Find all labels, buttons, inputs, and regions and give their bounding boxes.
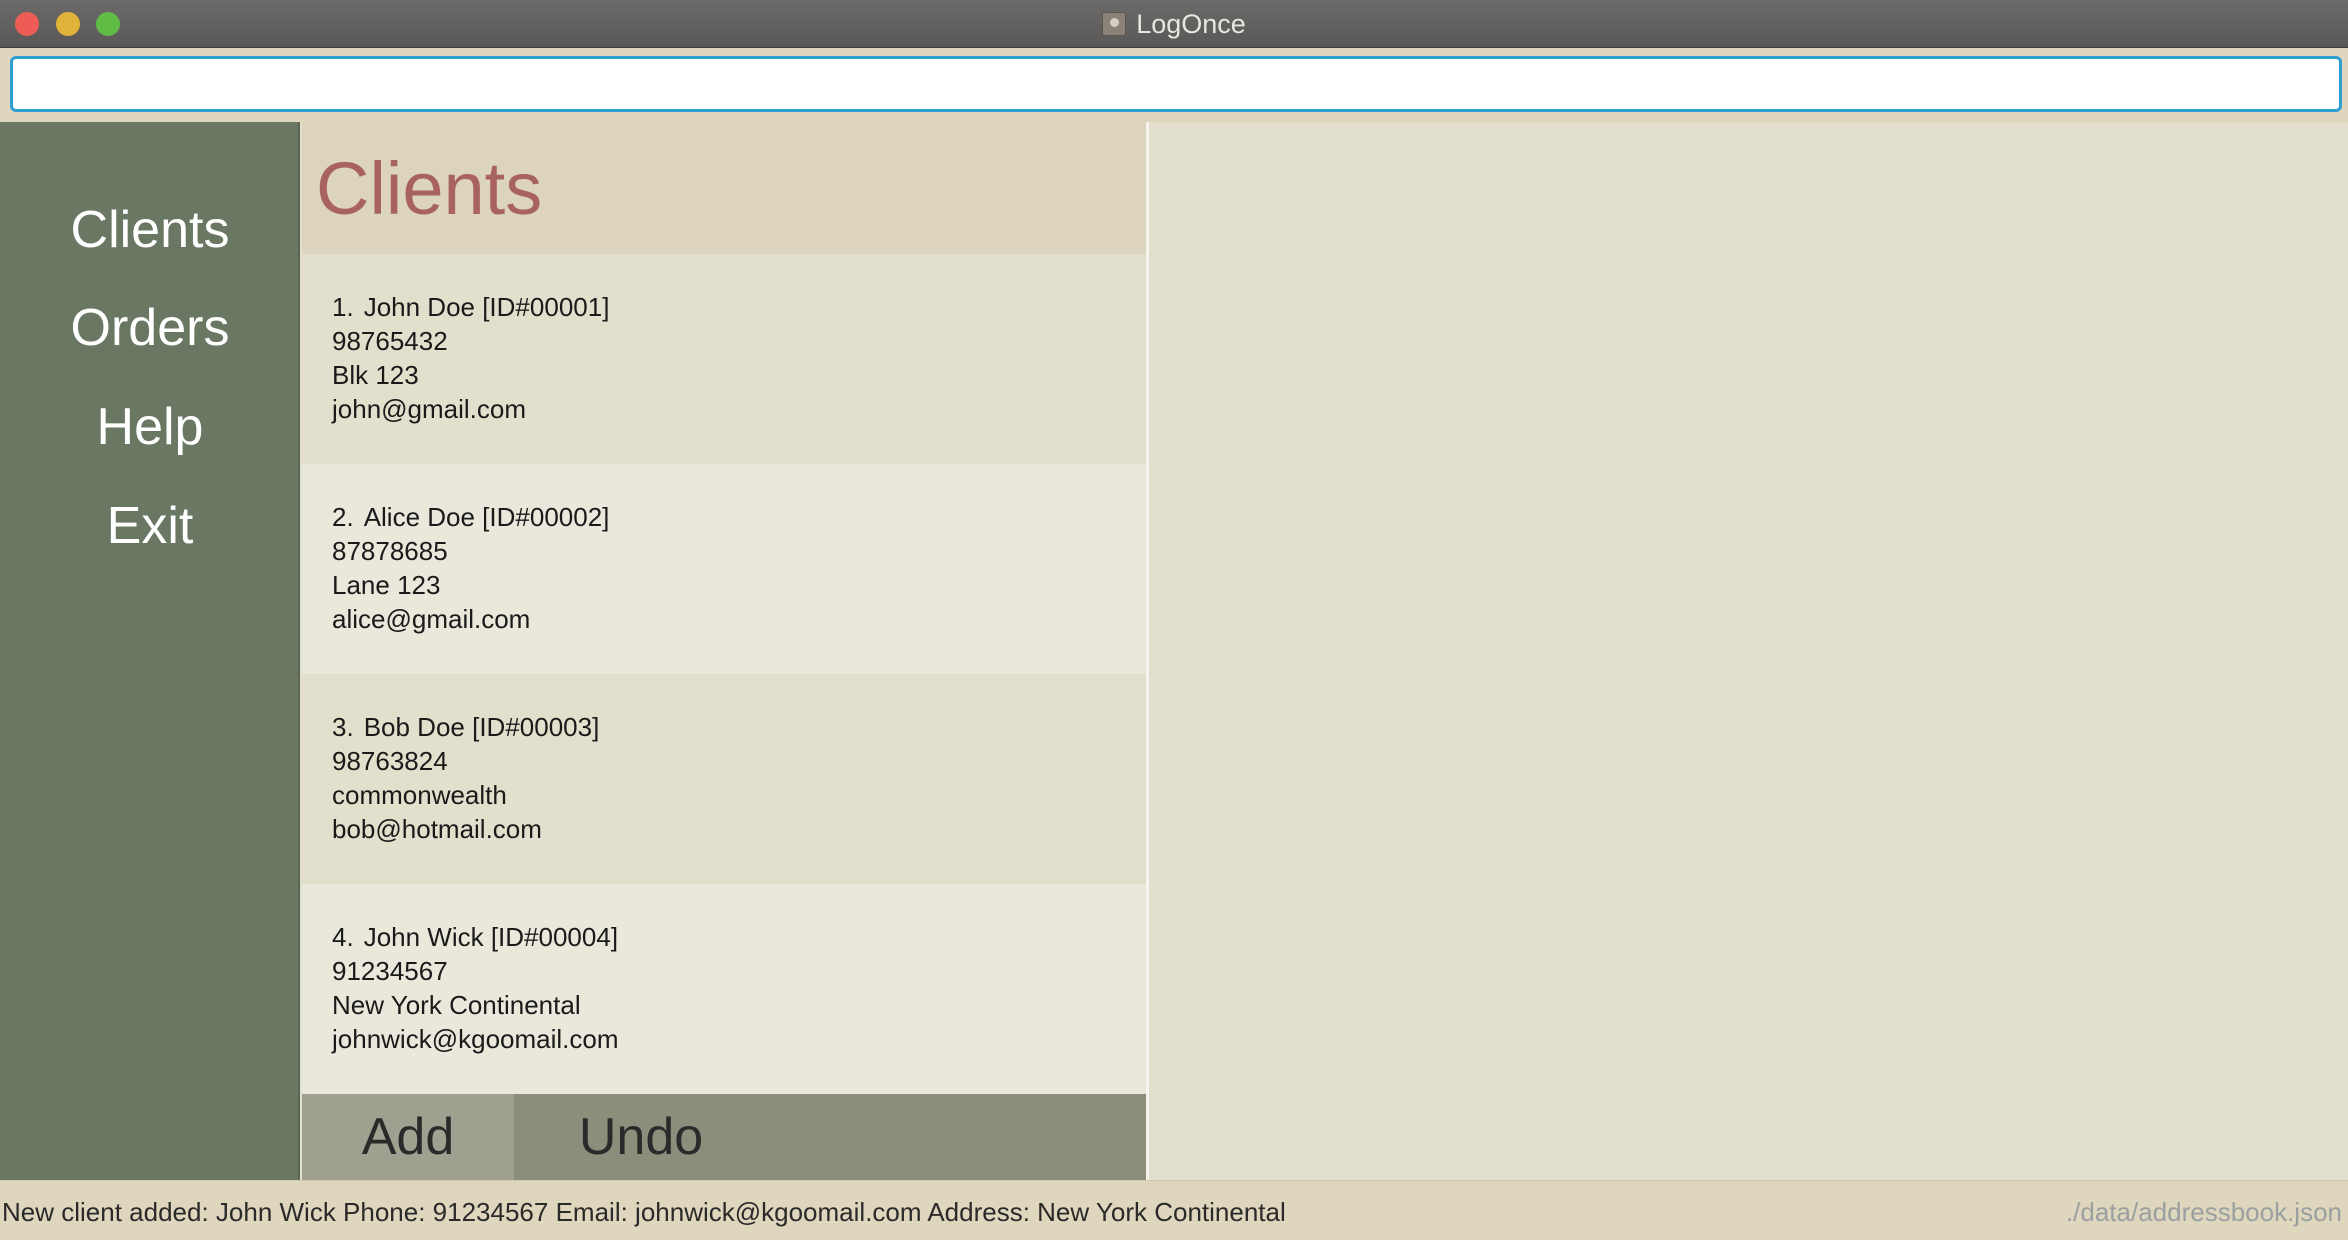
client-card[interactable]: 4. John Wick [ID#00004] 91234567 New York… (302, 884, 1146, 1094)
window-title: LogOnce (1136, 8, 1246, 39)
client-phone: 98763824 (332, 746, 448, 776)
command-box-area (0, 48, 2348, 122)
client-phone: 98765432 (332, 326, 448, 356)
status-bar: New client added: John Wick Phone: 91234… (0, 1180, 2348, 1240)
client-list-panel: Clients 1. John Doe [ID#00001] 98765432 B… (302, 122, 1146, 1180)
client-email: john@gmail.com (332, 394, 527, 424)
client-name-line: 4. John Wick [ID#00004] (332, 920, 1146, 954)
sidebar: Clients Orders Help Exit (0, 122, 300, 1180)
client-name: John Doe [ID#00001] (363, 292, 610, 322)
detail-panel (1149, 122, 2348, 1180)
client-index: 4. (332, 922, 354, 952)
client-index: 1. (332, 292, 354, 322)
client-email: alice@gmail.com (332, 604, 531, 634)
client-address: Lane 123 (332, 570, 441, 600)
client-index: 2. (332, 502, 354, 532)
app-icon (1102, 12, 1127, 36)
client-name: Bob Doe [ID#00003] (363, 712, 600, 742)
add-button[interactable]: Add (302, 1094, 514, 1180)
client-index: 3. (332, 712, 354, 742)
sidebar-item-clients[interactable]: Clients (0, 200, 300, 260)
command-input[interactable] (10, 56, 2342, 112)
client-card[interactable]: 2. Alice Doe [ID#00002] 87878685 Lane 123… (302, 464, 1146, 674)
client-address: New York Continental (332, 990, 581, 1020)
button-bar: Add Undo (302, 1094, 1146, 1180)
client-name: John Wick [ID#00004] (363, 922, 619, 952)
client-email: bob@hotmail.com (332, 814, 542, 844)
title-bar: LogOnce (0, 0, 2348, 48)
list-header: Clients (302, 122, 1146, 254)
save-location-path: ./data/addressbook.json (2065, 1197, 2342, 1227)
status-message: New client added: John Wick Phone: 91234… (2, 1197, 1286, 1227)
sidebar-item-orders[interactable]: Orders (0, 298, 300, 358)
client-name-line: 3. Bob Doe [ID#00003] (332, 710, 1146, 744)
sidebar-item-exit[interactable]: Exit (0, 496, 300, 556)
sidebar-item-help[interactable]: Help (0, 397, 300, 457)
window-title-wrap: LogOnce (0, 0, 2348, 48)
client-phone: 91234567 (332, 956, 448, 986)
client-phone: 87878685 (332, 536, 448, 566)
page-title: Clients (316, 147, 543, 230)
client-card[interactable]: 3. Bob Doe [ID#00003] 98763824 commonweal… (302, 674, 1146, 884)
undo-button[interactable]: Undo (514, 1094, 768, 1180)
client-name: Alice Doe [ID#00002] (363, 502, 610, 532)
client-address: commonwealth (332, 780, 507, 810)
client-card[interactable]: 1. John Doe [ID#00001] 98765432 Blk 123 j… (302, 254, 1146, 464)
client-address: Blk 123 (332, 360, 419, 390)
client-email: johnwick@kgoomail.com (332, 1024, 619, 1054)
client-name-line: 2. Alice Doe [ID#00002] (332, 500, 1146, 534)
client-name-line: 1. John Doe [ID#00001] (332, 290, 1146, 324)
